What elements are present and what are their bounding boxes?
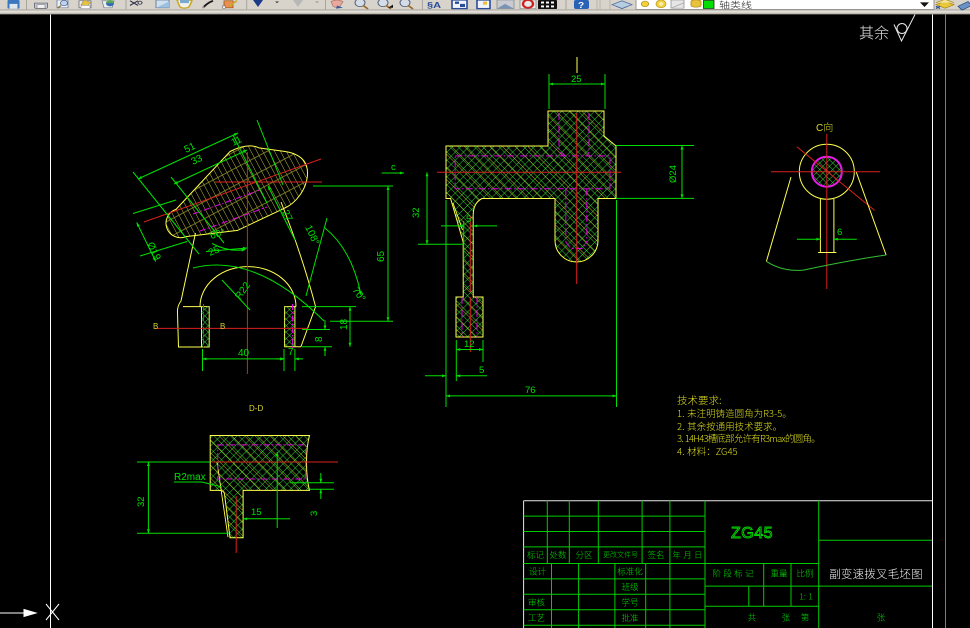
svg-text:51: 51 — [183, 141, 198, 156]
svg-text:共: 共 — [748, 612, 757, 624]
svg-text:B: B — [220, 322, 225, 331]
svg-text:§A: §A — [427, 1, 441, 11]
svg-text:第: 第 — [801, 612, 810, 624]
svg-text:R22: R22 — [233, 280, 253, 302]
svg-text:7: 7 — [288, 347, 294, 358]
svg-text:8: 8 — [314, 336, 325, 342]
svg-text:签名: 签名 — [647, 549, 664, 561]
svg-text:12: 12 — [464, 339, 475, 350]
svg-text:Ø24: Ø24 — [668, 165, 679, 183]
svg-text:张: 张 — [877, 612, 886, 624]
svg-text:5: 5 — [466, 214, 471, 225]
svg-text:D-D: D-D — [249, 404, 263, 413]
svg-text:R2max: R2max — [174, 472, 206, 483]
svg-text:轴类线: 轴类线 — [719, 0, 752, 11]
svg-text:更改文件号: 更改文件号 — [603, 550, 638, 560]
svg-text:比例: 比例 — [796, 568, 813, 580]
svg-text:1. 未注明铸造圆角为R3-5。: 1. 未注明铸造圆角为R3-5。 — [677, 406, 792, 420]
svg-text:分区: 分区 — [575, 549, 593, 561]
svg-text:108°: 108° — [302, 224, 321, 247]
svg-text:27: 27 — [279, 208, 294, 223]
svg-text:76: 76 — [525, 385, 536, 396]
svg-text:40: 40 — [238, 348, 250, 359]
svg-text:年 月 日: 年 月 日 — [672, 549, 702, 561]
svg-text:副变速拨叉毛坯图: 副变速拨叉毛坯图 — [829, 566, 923, 582]
svg-text:15: 15 — [251, 507, 262, 518]
svg-text:c: c — [391, 162, 396, 173]
svg-text:审核: 审核 — [528, 597, 546, 609]
svg-text:4. 材料：ZG45: 4. 材料：ZG45 — [677, 444, 738, 458]
svg-text:32: 32 — [136, 496, 147, 507]
svg-text:重量: 重量 — [770, 568, 788, 580]
svg-text:1: 1: 1: 1 — [799, 591, 813, 603]
svg-text:标准化: 标准化 — [617, 566, 643, 578]
svg-text:3. 14H43槽底部允许有R3max的圆角。: 3. 14H43槽底部允许有R3max的圆角。 — [677, 431, 820, 445]
svg-text:5: 5 — [479, 365, 484, 376]
svg-text:阶 段 标 记: 阶 段 标 记 — [712, 568, 754, 580]
svg-text:Ø19: Ø19 — [144, 240, 162, 262]
svg-text:33: 33 — [190, 153, 205, 168]
svg-text:标记: 标记 — [527, 549, 545, 561]
svg-text:3: 3 — [309, 511, 320, 516]
svg-text:70°: 70° — [350, 285, 368, 304]
svg-text:C向: C向 — [816, 119, 833, 134]
svg-text:6: 6 — [837, 227, 842, 238]
svg-text:其余: 其余 — [859, 22, 889, 43]
svg-text:班级: 班级 — [621, 581, 639, 593]
svg-text:65: 65 — [376, 250, 387, 262]
svg-text:张: 张 — [782, 612, 791, 624]
svg-text:?: ? — [578, 1, 584, 10]
svg-text:25: 25 — [571, 74, 582, 85]
svg-text:32: 32 — [411, 207, 422, 218]
svg-text:ZG45: ZG45 — [731, 525, 773, 542]
svg-text:工艺: 工艺 — [528, 612, 545, 624]
svg-text:处数: 处数 — [549, 549, 567, 561]
svg-text:25: 25 — [207, 244, 222, 259]
svg-text:学号: 学号 — [621, 597, 638, 609]
svg-text:设计: 设计 — [529, 566, 547, 578]
svg-text:18: 18 — [339, 318, 350, 330]
svg-text:B: B — [153, 322, 158, 331]
svg-text:批准: 批准 — [621, 612, 639, 624]
